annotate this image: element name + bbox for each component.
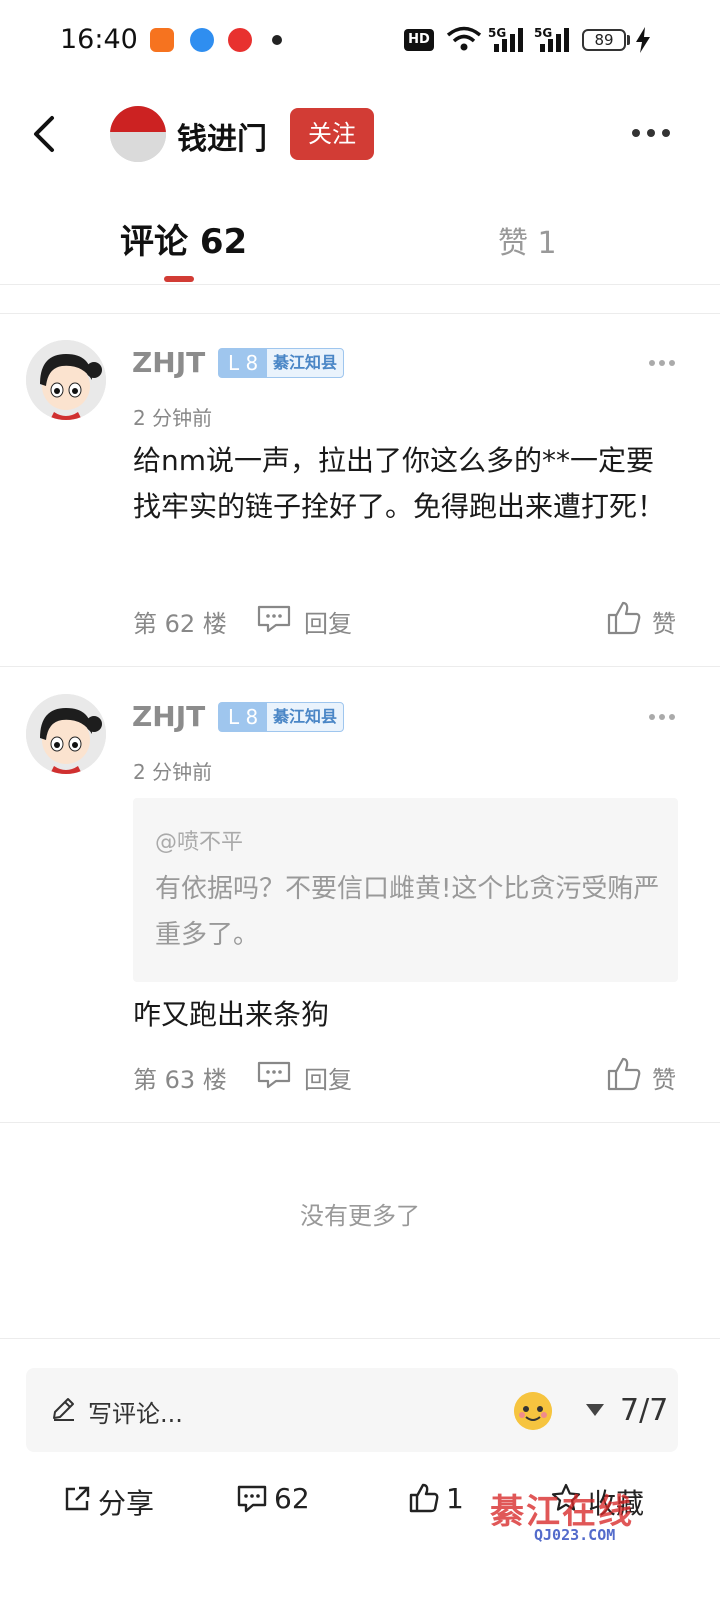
page-indicator[interactable]: 7/7 bbox=[620, 1393, 668, 1428]
reply-button[interactable]: 回复 bbox=[304, 604, 352, 639]
share-icon[interactable] bbox=[62, 1484, 92, 1514]
browser-app-icon bbox=[190, 28, 214, 52]
commenter-name[interactable]: ZHJT bbox=[132, 700, 205, 733]
tabs-divider bbox=[0, 284, 720, 285]
pencil-icon bbox=[53, 1398, 74, 1421]
quoted-text: 有依据吗？不要信口雌黄!这个比贪污受贿严重多了。 bbox=[155, 874, 660, 950]
wifi-icon bbox=[446, 26, 482, 51]
write-comment-input[interactable]: 写评论... bbox=[88, 1394, 183, 1429]
tab-comments[interactable]: 评论 62 bbox=[120, 214, 247, 263]
hd-icon: HD bbox=[404, 29, 434, 51]
like-button[interactable]: 赞 bbox=[652, 1060, 676, 1095]
follow-button[interactable]: 关注 bbox=[290, 108, 374, 160]
charging-icon bbox=[636, 27, 650, 53]
share-button[interactable]: 分享 bbox=[98, 1482, 154, 1522]
thumbs-up-icon[interactable] bbox=[408, 1482, 440, 1514]
signal-icon bbox=[494, 28, 523, 52]
like-icon[interactable] bbox=[606, 1056, 642, 1092]
comment-more-icon[interactable] bbox=[648, 712, 676, 722]
tab-likes[interactable]: 赞 1 bbox=[498, 218, 557, 262]
title-badge: 綦江知县 bbox=[266, 348, 345, 378]
author-name[interactable]: 钱进门 bbox=[177, 114, 267, 158]
comment-time: 2 分钟前 bbox=[133, 406, 213, 430]
no-more-text: 没有更多了 bbox=[300, 1202, 420, 1230]
comment-icon[interactable] bbox=[236, 1484, 268, 1514]
battery-icon: 89 bbox=[582, 29, 626, 51]
back-button[interactable] bbox=[20, 108, 70, 160]
reply-button[interactable]: 回复 bbox=[304, 1060, 352, 1095]
commenter-name[interactable]: ZHJT bbox=[132, 346, 205, 379]
quoted-user[interactable]: @喷不平 bbox=[155, 824, 243, 856]
tab-active-indicator bbox=[164, 276, 194, 282]
comment-time: 2 分钟前 bbox=[133, 760, 213, 784]
author-avatar[interactable] bbox=[110, 106, 166, 162]
like-button[interactable]: 赞 bbox=[652, 604, 676, 639]
signal-icon-2 bbox=[540, 28, 569, 52]
more-options-icon[interactable] bbox=[630, 120, 672, 146]
emoji-icon[interactable] bbox=[514, 1392, 552, 1430]
status-time: 16:40 bbox=[60, 24, 138, 55]
commenter-avatar[interactable] bbox=[26, 694, 106, 774]
battery-cap bbox=[627, 35, 630, 45]
section-divider bbox=[0, 313, 720, 314]
comment-divider bbox=[0, 666, 720, 667]
comment-count[interactable]: 62 bbox=[274, 1482, 310, 1515]
floor-number: 第 62 楼 bbox=[133, 610, 227, 638]
dropdown-triangle-icon[interactable] bbox=[584, 1402, 606, 1418]
comment-divider bbox=[0, 1122, 720, 1123]
floor-number: 第 63 楼 bbox=[133, 1066, 227, 1094]
video-app-icon bbox=[150, 28, 174, 52]
notification-dot-icon bbox=[272, 35, 282, 45]
player-app-icon bbox=[228, 28, 252, 52]
level-badge: L 8 bbox=[218, 348, 269, 378]
commenter-avatar[interactable] bbox=[26, 340, 106, 420]
comment-text: 咋又跑出来条狗 bbox=[133, 998, 330, 1031]
reply-icon[interactable] bbox=[256, 1060, 292, 1090]
comment-text: 给nm说一声，拉出了你这么多的**一定要找牢实的链子拴好了。免得跑出来遭打死！ bbox=[133, 444, 666, 523]
bottom-divider bbox=[0, 1338, 720, 1339]
like-count[interactable]: 1 bbox=[446, 1482, 464, 1515]
comment-more-icon[interactable] bbox=[648, 358, 676, 368]
title-badge: 綦江知县 bbox=[266, 702, 345, 732]
level-badge: L 8 bbox=[218, 702, 269, 732]
site-watermark: 綦江在线 QJ023.COM bbox=[490, 1484, 690, 1550]
like-icon[interactable] bbox=[606, 600, 642, 636]
reply-icon[interactable] bbox=[256, 604, 292, 634]
watermark-url: QJ023.COM bbox=[534, 1526, 616, 1544]
